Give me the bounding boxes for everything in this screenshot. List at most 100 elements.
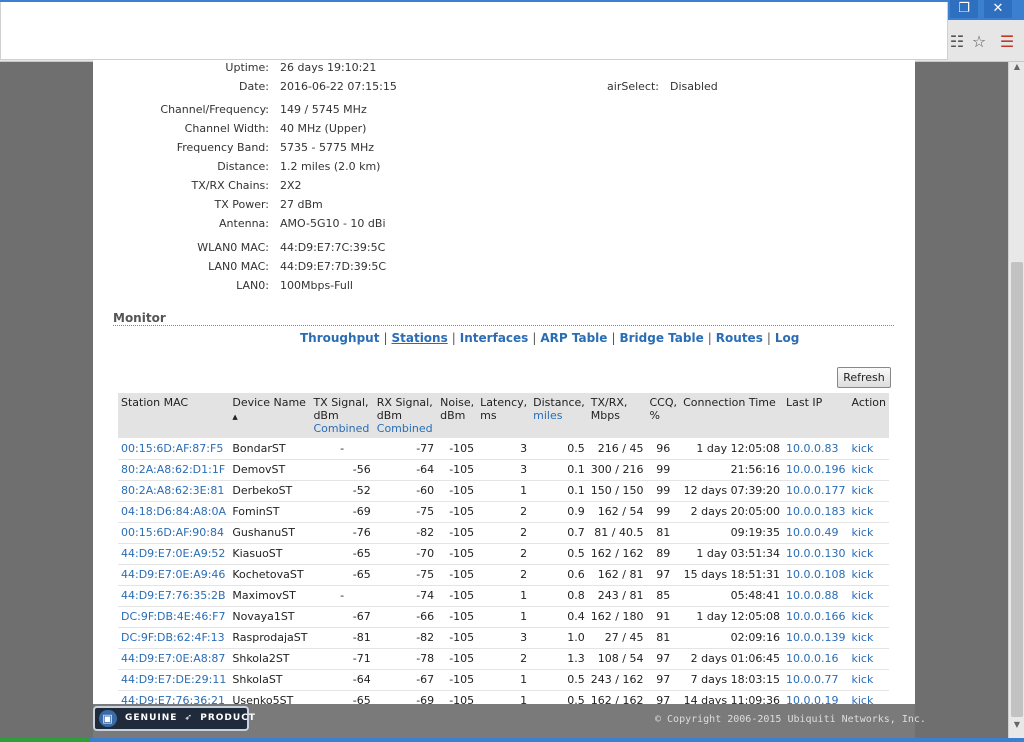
noise: -105 — [437, 459, 478, 481]
station-mac[interactable]: 04:18:D6:84:A8:0A — [118, 501, 230, 523]
tab-throughput[interactable]: Throughput — [300, 331, 379, 345]
info-value: Disabled — [670, 80, 718, 93]
menu-icon[interactable]: ☰ — [998, 33, 1016, 51]
translate-icon[interactable]: ☷ — [948, 33, 966, 51]
col-sub-label[interactable]: Combined — [377, 422, 434, 435]
noise: -105 — [437, 585, 478, 607]
last-ip[interactable]: 10.0.0.77 — [783, 669, 849, 691]
col-rx-signal[interactable]: RX Signal, dBm Combined — [373, 393, 438, 438]
last-ip[interactable]: 10.0.0.183 — [783, 501, 849, 523]
ccq: 97 — [646, 564, 681, 586]
taskbar — [0, 738, 1024, 742]
station-mac[interactable]: 44:D9:E7:0E:A8:87 — [118, 648, 230, 670]
rx-signal: -74 — [373, 585, 438, 607]
info-label: Distance: — [217, 160, 269, 173]
kick-link[interactable]: kick — [848, 669, 889, 691]
latency: 3 — [477, 627, 531, 649]
tab-separator: | — [383, 331, 388, 345]
col-last-ip[interactable]: Last IP — [783, 393, 849, 438]
col-sub-label[interactable]: Combined — [313, 422, 370, 435]
kick-link[interactable]: kick — [848, 606, 889, 628]
tab-interfaces[interactable]: Interfaces — [460, 331, 529, 345]
rx-signal: -78 — [373, 648, 438, 670]
device-name: ShkolaST — [229, 669, 311, 691]
kick-link[interactable]: kick — [848, 585, 889, 607]
refresh-button[interactable]: Refresh — [837, 367, 891, 388]
col-action: Action — [848, 393, 889, 438]
col-label: Device Name — [232, 396, 306, 409]
last-ip[interactable]: 10.0.0.83 — [783, 438, 849, 460]
address-bar[interactable] — [0, 2, 948, 60]
kick-link[interactable]: kick — [848, 627, 889, 649]
tab-arp-table[interactable]: ARP Table — [540, 331, 607, 345]
restore-icon[interactable]: ❐ — [950, 0, 978, 18]
last-ip[interactable]: 10.0.0.49 — [783, 522, 849, 544]
device-name: RasprodajaST — [229, 627, 311, 649]
last-ip[interactable]: 10.0.0.139 — [783, 627, 849, 649]
scrollbar[interactable]: ▲ ▼ — [1008, 62, 1024, 742]
station-mac[interactable]: 44:D9:E7:0E:A9:52 — [118, 543, 230, 565]
latency: 1 — [477, 669, 531, 691]
scroll-thumb[interactable] — [1011, 262, 1023, 717]
last-ip[interactable]: 10.0.0.196 — [783, 459, 849, 481]
kick-link[interactable]: kick — [848, 438, 889, 460]
tab-stations[interactable]: Stations — [391, 331, 447, 345]
col-ccq[interactable]: CCQ, % — [646, 393, 681, 438]
close-icon[interactable]: ✕ — [984, 0, 1012, 18]
station-mac[interactable]: 80:2A:A8:62:3E:81 — [118, 480, 230, 502]
col-device-name[interactable]: Device Name ▲ — [229, 393, 311, 438]
latency: 2 — [477, 501, 531, 523]
col-distance[interactable]: Distance, miles — [530, 393, 588, 438]
star-icon[interactable]: ☆ — [970, 33, 988, 51]
kick-link[interactable]: kick — [848, 522, 889, 544]
tab-bridge-table[interactable]: Bridge Table — [619, 331, 703, 345]
station-mac[interactable]: 44:D9:E7:0E:A9:46 — [118, 564, 230, 586]
device-name: Shkola2ST — [229, 648, 311, 670]
station-mac[interactable]: DC:9F:DB:62:4F:13 — [118, 627, 230, 649]
kick-link[interactable]: kick — [848, 564, 889, 586]
tab-log[interactable]: Log — [775, 331, 799, 345]
last-ip[interactable]: 10.0.0.130 — [783, 543, 849, 565]
txrx-rate: 162 / 162 — [587, 543, 647, 565]
noise: -105 — [437, 648, 478, 670]
last-ip[interactable]: 10.0.0.166 — [783, 606, 849, 628]
scroll-down-icon[interactable]: ▼ — [1009, 720, 1024, 732]
tab-routes[interactable]: Routes — [716, 331, 763, 345]
start-button[interactable] — [0, 738, 90, 742]
scroll-up-icon[interactable]: ▲ — [1009, 62, 1024, 74]
last-ip[interactable]: 10.0.0.108 — [783, 564, 849, 586]
info-label: WLAN0 MAC: — [197, 241, 269, 254]
kick-link[interactable]: kick — [848, 543, 889, 565]
col-connection-time[interactable]: Connection Time — [680, 393, 784, 438]
station-mac[interactable]: 80:2A:A8:62:D1:1F — [118, 459, 230, 481]
kick-link[interactable]: kick — [848, 501, 889, 523]
kick-link[interactable]: kick — [848, 480, 889, 502]
col-noise[interactable]: Noise, dBm — [437, 393, 478, 438]
latency: 3 — [477, 438, 531, 460]
station-mac[interactable]: 00:15:6D:AF:87:F5 — [118, 438, 230, 460]
col-tx-signal[interactable]: TX Signal, dBm Combined — [310, 393, 374, 438]
col-sub-label[interactable]: miles — [533, 409, 585, 422]
station-mac[interactable]: 00:15:6D:AF:90:84 — [118, 522, 230, 544]
last-ip[interactable]: 10.0.0.177 — [783, 480, 849, 502]
latency: 2 — [477, 543, 531, 565]
station-mac[interactable]: 44:D9:E7:76:35:2B — [118, 585, 230, 607]
col-latency[interactable]: Latency, ms — [477, 393, 531, 438]
last-ip[interactable]: 10.0.0.88 — [783, 585, 849, 607]
device-name: DerbekoST — [229, 480, 311, 502]
table-row: 44:D9:E7:0E:A8:87 Shkola2ST -71 -78 -105 2 1.3… — [118, 648, 889, 670]
col-txrx[interactable]: TX/RX, Mbps — [587, 393, 647, 438]
station-mac[interactable]: DC:9F:DB:4E:46:F7 — [118, 606, 230, 628]
table-row: 44:D9:E7:DE:29:11 ShkolaST -64 -67 -105 1 0.5 2… — [118, 669, 889, 691]
kick-link[interactable]: kick — [848, 648, 889, 670]
kick-link[interactable]: kick — [848, 459, 889, 481]
monitor-tabs: Throughput | Stations | Interfaces | ARP Table… — [300, 331, 799, 345]
latency: 1 — [477, 606, 531, 628]
table-row: 44:D9:E7:0E:A9:46 KochetovaST -65 -75 -105 2 0… — [118, 564, 889, 586]
station-mac[interactable]: 44:D9:E7:DE:29:11 — [118, 669, 230, 691]
table-header-row: Station MAC Device Name ▲ TX Signal, dBm… — [118, 393, 889, 438]
last-ip[interactable]: 10.0.0.16 — [783, 648, 849, 670]
noise: -105 — [437, 669, 478, 691]
tx-signal: -52 — [310, 480, 374, 502]
col-station-mac[interactable]: Station MAC — [118, 393, 230, 438]
